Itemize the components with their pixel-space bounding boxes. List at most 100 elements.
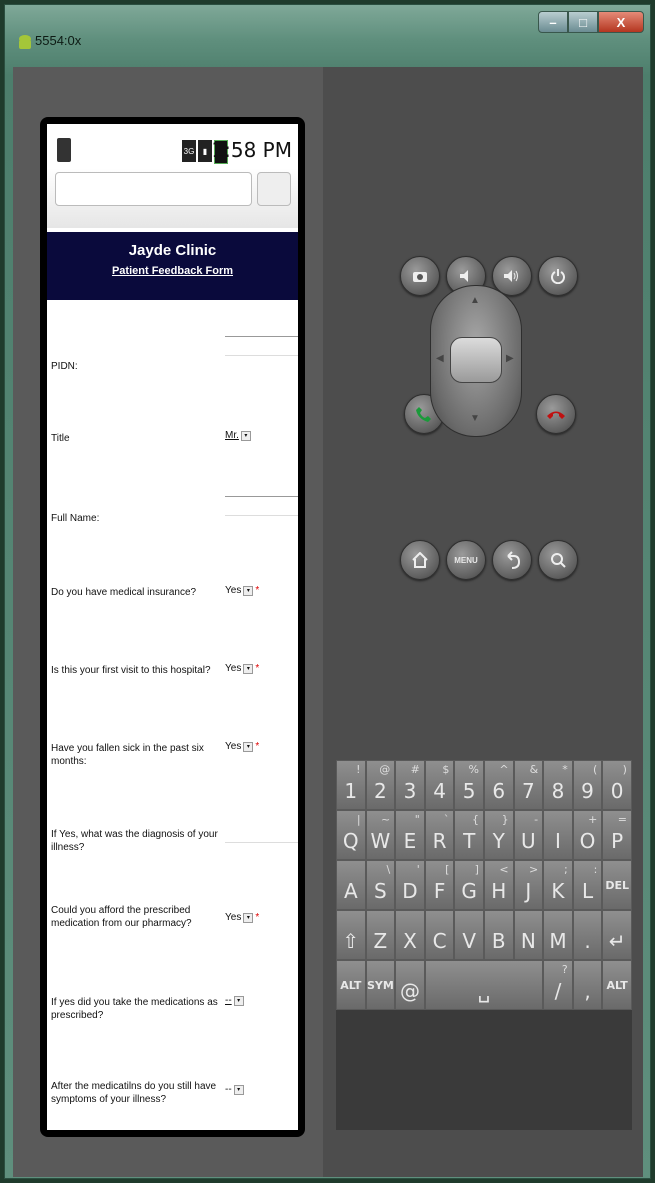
key-alt-label: ] xyxy=(474,863,479,876)
key-q[interactable]: Q | xyxy=(336,810,366,860)
key-1[interactable]: 1! xyxy=(336,760,366,810)
key-j[interactable]: J > xyxy=(513,860,544,910)
menu-button[interactable]: MENU xyxy=(446,540,486,580)
afford-medication-select[interactable]: Yes ▾ * xyxy=(225,912,259,923)
volume-up-icon xyxy=(504,270,518,282)
key-comma[interactable]: , xyxy=(572,960,603,1010)
key-y[interactable]: Y} xyxy=(483,810,514,860)
key-6[interactable]: 6 ^ xyxy=(483,760,514,810)
key-z[interactable]: Z xyxy=(365,910,396,960)
diagnosis-input[interactable] xyxy=(225,824,298,843)
url-field[interactable] xyxy=(55,172,252,206)
key-a[interactable]: A xyxy=(336,860,366,910)
dpad-right-icon[interactable]: ▶ xyxy=(506,353,514,364)
key-label: Q xyxy=(342,829,359,853)
took-medications-select[interactable]: -- ▾ xyxy=(225,995,244,1006)
dpad-left-icon[interactable]: ◀ xyxy=(436,353,444,364)
key-2[interactable]: 2 @ xyxy=(365,760,396,810)
home-button[interactable] xyxy=(400,540,440,580)
field-label: Full Name: xyxy=(51,513,100,524)
volume-down-icon xyxy=(460,270,468,282)
pidn-input[interactable] xyxy=(225,336,298,356)
field-label: PIDN: xyxy=(51,361,78,372)
full-name-input[interactable] xyxy=(225,496,298,516)
insurance-select[interactable]: Yes ▾ * xyxy=(225,585,259,596)
key-shift[interactable]: ⇧ xyxy=(336,910,366,960)
title-select[interactable]: Mr. ▾ xyxy=(225,430,251,441)
key-alt-label: : xyxy=(593,863,598,876)
key-3[interactable]: 3 # xyxy=(395,760,425,810)
key-k[interactable]: K; xyxy=(543,860,573,910)
required-mark: * xyxy=(255,663,260,674)
power-button[interactable] xyxy=(538,256,578,296)
key-h[interactable]: H < xyxy=(483,860,514,910)
close-button[interactable]: X xyxy=(598,11,644,33)
key-x[interactable]: X xyxy=(395,910,425,960)
key-p[interactable]: P = xyxy=(602,810,632,860)
key-g[interactable]: G] xyxy=(454,860,484,910)
key-enter[interactable]: ↵ xyxy=(602,910,632,960)
dpad[interactable]: ▲ ▼ ◀ ▶ xyxy=(430,285,522,437)
key-9[interactable]: 9( xyxy=(572,760,603,810)
search-button[interactable] xyxy=(538,540,578,580)
key-5[interactable]: 5% xyxy=(454,760,484,810)
maximize-button[interactable]: □ xyxy=(568,11,598,33)
key-alt-label: } xyxy=(501,813,509,826)
key-8[interactable]: 8 * xyxy=(543,760,573,810)
still-symptoms-select[interactable]: -- ▾ xyxy=(225,1084,244,1095)
dpad-up-icon[interactable]: ▲ xyxy=(470,295,480,306)
key-s[interactable]: S \ xyxy=(365,860,396,910)
key-n[interactable]: N xyxy=(513,910,544,960)
key-alt-label: ? xyxy=(561,963,568,976)
key-l[interactable]: L: xyxy=(572,860,603,910)
key-alt-label: > xyxy=(528,863,539,876)
form-title-link[interactable]: Patient Feedback Form xyxy=(47,265,298,277)
select-value: -- xyxy=(225,1084,232,1095)
back-button[interactable] xyxy=(492,540,532,580)
fallen-sick-select[interactable]: Yes ▾ * xyxy=(225,741,259,752)
key-label: T xyxy=(463,829,476,853)
window-title: 5554:0x xyxy=(35,33,82,48)
key-w[interactable]: W ~ xyxy=(365,810,396,860)
key-m[interactable]: M xyxy=(543,910,573,960)
key-alt-left[interactable]: ALT xyxy=(336,960,366,1010)
key-r[interactable]: R ` xyxy=(424,810,455,860)
key-d[interactable]: D ' xyxy=(395,860,425,910)
key-sym[interactable]: SYM xyxy=(365,960,396,1010)
key-space[interactable]: ␣ xyxy=(424,960,544,1010)
end-call-button[interactable] xyxy=(536,394,576,434)
key-label: 5 xyxy=(462,779,476,803)
key-delete[interactable]: DEL xyxy=(602,860,632,910)
field-label: If Yes, what was the diagnosis of your i… xyxy=(51,829,218,853)
key-period[interactable]: . xyxy=(572,910,603,960)
key-alt-label: & xyxy=(529,763,539,776)
key-e[interactable]: E " xyxy=(395,810,425,860)
key-v[interactable]: V xyxy=(454,910,484,960)
key-i[interactable]: I xyxy=(543,810,573,860)
key-slash[interactable]: /? xyxy=(543,960,573,1010)
key-alt-label: ~ xyxy=(380,813,391,826)
dpad-down-icon[interactable]: ▼ xyxy=(470,413,480,424)
key-label: SYM xyxy=(366,978,394,992)
minimize-button[interactable]: – xyxy=(538,11,568,33)
key-u[interactable]: U- xyxy=(513,810,544,860)
key-c[interactable]: C xyxy=(424,910,455,960)
key-at[interactable]: @ xyxy=(395,960,425,1010)
key-7[interactable]: 7 & xyxy=(513,760,544,810)
key-0[interactable]: 0) xyxy=(602,760,632,810)
key-f[interactable]: F[ xyxy=(424,860,455,910)
dpad-center-button[interactable] xyxy=(450,337,502,383)
key-label: 0 xyxy=(610,779,624,803)
device-screen[interactable]: 3G ▮ 1:58 PM Jayde Clinic Patient Feedba… xyxy=(47,124,298,1130)
key-label: N xyxy=(520,929,536,953)
key-o[interactable]: O + xyxy=(572,810,603,860)
key-4[interactable]: 4 $ xyxy=(424,760,455,810)
bookmark-button[interactable] xyxy=(257,172,291,206)
dropdown-arrow-icon: ▾ xyxy=(243,663,254,674)
dropdown-arrow-icon: ▾ xyxy=(243,741,254,752)
key-t[interactable]: T{ xyxy=(454,810,484,860)
key-b[interactable]: B xyxy=(483,910,514,960)
first-visit-select[interactable]: Yes ▾ * xyxy=(225,663,259,674)
keyboard-row: A S \ D ' F[ G] H < J > K; L: DEL xyxy=(336,860,632,910)
key-alt-right[interactable]: ALT xyxy=(602,960,632,1010)
